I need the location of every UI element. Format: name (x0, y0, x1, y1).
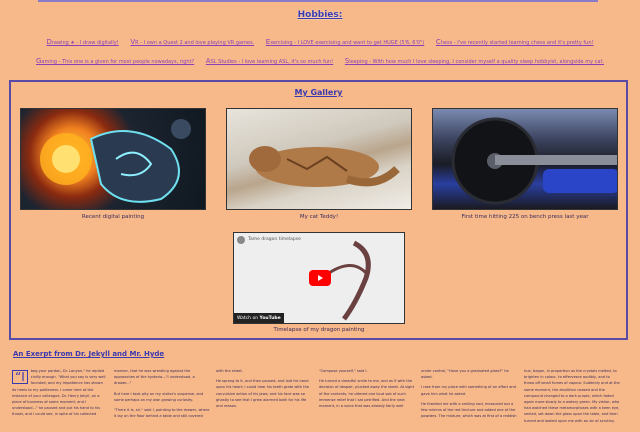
cat-image[interactable] (226, 108, 412, 210)
hobby-gaming[interactable]: Gaming - This one is a given for most pe… (36, 57, 194, 65)
excerpt-title: An Exerpt from Dr. Jekyll and Mr. Hyde (13, 350, 165, 358)
excerpt-paragraph: hue, began, in proportion as the crystal… (524, 369, 620, 423)
hobby-row-2: Gaming - This one is a given for most pe… (0, 57, 640, 65)
hobby-text: aming - This one is a given for most peo… (41, 59, 195, 65)
hobbies-title: Hobbies: (297, 10, 343, 20)
excerpt-paragraph: "Compose yourself," said I. (319, 369, 368, 373)
excerpt-column-1: “I beg your pardon, Dr. Lanyon," he repl… (12, 368, 108, 422)
youtube-label: YouTube (259, 316, 281, 321)
excerpt-column-6: hue, began, in proportion as the crystal… (524, 368, 620, 428)
excerpt-paragraph: with the sheet. (216, 369, 243, 373)
cat-caption: My cat Teddy! (299, 214, 339, 220)
hobby-chess[interactable]: Chess - I've recently started learning c… (436, 38, 594, 46)
excerpt-column-3: with the sheet. He sprang to it, and the… (216, 368, 312, 413)
gallery-title: My Gallery (294, 88, 343, 97)
gallery-item-painting: Recent digital painting (20, 108, 206, 226)
excerpt-paragraph: manner, that he was wrestling against th… (114, 369, 195, 386)
excerpt-paragraph: But here I took pity on my visitor's sus… (114, 391, 204, 402)
watch-on-label: Watch on (237, 316, 259, 321)
gallery-item-cat: My cat Teddy! (226, 108, 412, 226)
excerpt-column-5: under control, "Have you a graduated gla… (421, 368, 517, 423)
painting-artwork (40, 119, 191, 203)
hobby-asl[interactable]: ASL Studies - I love learning ASL, it's … (206, 57, 333, 65)
hobby-text: xercising - I LOVE exercising and want t… (270, 40, 425, 46)
hobby-text: hess - I've recently started learning ch… (440, 40, 594, 46)
bench-image[interactable] (432, 108, 618, 210)
play-icon (318, 275, 323, 281)
hobby-sleeping[interactable]: Sleeping - With how much I love sleeping… (345, 57, 604, 65)
hobby-exercising[interactable]: Exercising - I LOVE exercising and want … (266, 38, 424, 46)
hobby-drawing[interactable]: Drawing ★ - I draw digitally! (46, 38, 118, 46)
cat-photo (249, 146, 400, 187)
bench-caption: First time hitting 225 on bench press la… (461, 214, 589, 220)
play-button[interactable] (309, 270, 331, 286)
excerpt-paragraph: "There it is, sir," said I, pointing to … (114, 408, 210, 419)
excerpt-column-4: "Compose yourself," said I. He turned a … (319, 368, 415, 413)
video-caption: Timelapse of my dragon painting (273, 327, 365, 333)
hobby-vr[interactable]: VR - I own a Quest 2 and love playing VR… (130, 38, 254, 46)
gallery-item-video: Tame dragon timelapse Watch on YouTube T… (233, 232, 405, 338)
excerpt-paragraph: under control, "Have you a graduated gla… (421, 369, 509, 380)
hobby-text: rawing ★ - I draw digitally! (51, 40, 119, 46)
excerpt-paragraph: He sprang to it, and then paused, and la… (216, 379, 310, 409)
painting-image[interactable] (20, 108, 206, 210)
video-embed[interactable]: Tame dragon timelapse Watch on YouTube (233, 232, 405, 324)
excerpt-paragraph: I rose from my place with something of a… (421, 385, 516, 396)
hobby-text: leeping - With how much I love sleeping,… (349, 59, 605, 65)
drop-cap: “I (12, 370, 28, 384)
bench-photo (451, 117, 617, 205)
top-divider (38, 0, 598, 2)
hobby-row-1: Drawing ★ - I draw digitally! VR - I own… (0, 38, 640, 46)
watch-on-youtube[interactable]: Watch on YouTube (234, 313, 284, 323)
excerpt-paragraph: He turned a dreadful smile to me, and as… (319, 379, 414, 409)
excerpt-column-2: manner, that he was wrestling against th… (114, 368, 210, 423)
gallery-section: My Gallery Recent digital painting My ca… (9, 80, 628, 340)
gallery-item-bench: First time hitting 225 on bench press la… (432, 108, 618, 226)
painting-caption: Recent digital painting (81, 214, 145, 220)
excerpt-paragraph: He thanked me with a smiling nod, measur… (421, 401, 517, 419)
hobby-text: R - I own a Quest 2 and love playing VR … (135, 40, 255, 46)
hobby-text: SL Studies - I love learning ASL, it's s… (210, 59, 334, 65)
